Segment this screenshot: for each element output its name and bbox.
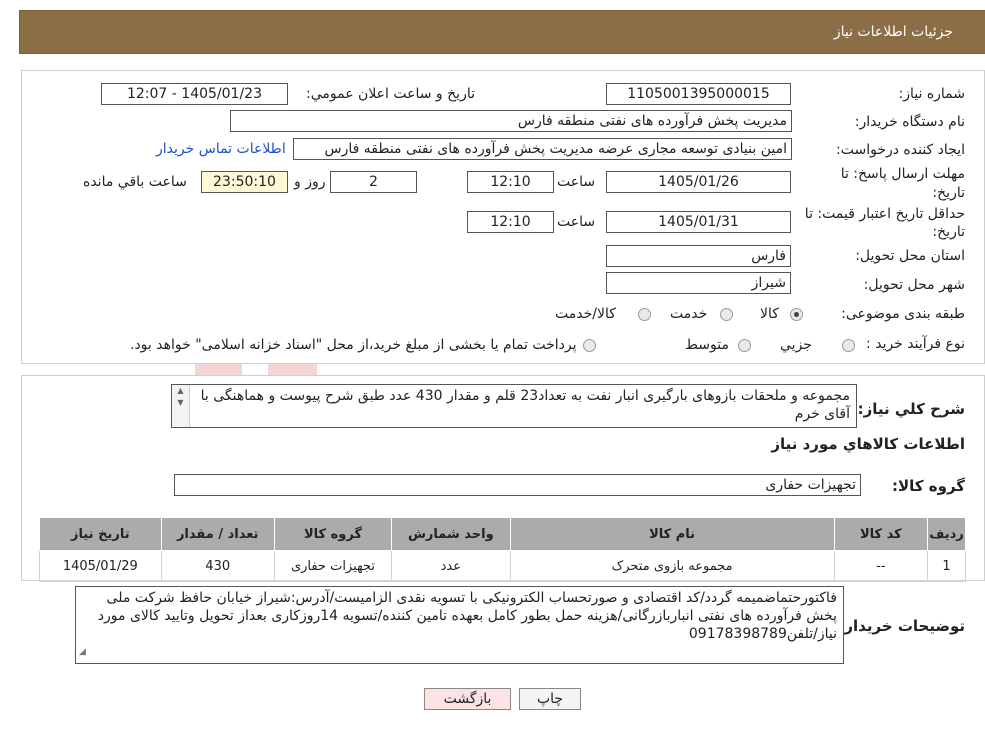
category-radio-service[interactable] [720,308,733,321]
deadline-label: مهلت ارسال پاسخ: تا [840,166,965,182]
days-label: روز و [294,174,326,190]
city-field: شیراز [606,272,791,294]
col-code: کد کالا [833,517,929,551]
category-radio-goods-service[interactable] [638,308,651,321]
resize-handle-icon[interactable]: ◢ [79,643,86,661]
remaining-label: ساعت باقي مانده [83,174,187,190]
col-date: تاریخ نیاز [39,517,162,551]
cell-quantity: 430 [160,550,275,582]
category-option-service: خدمت [670,306,708,322]
buyer-contact-link[interactable]: اطلاعات تماس خریدار [156,141,286,157]
table-row: 1 -- مجموعه بازوی متحرک عدد تجهیزات حفار… [39,550,966,582]
cell-row: 1 [927,550,966,582]
summary-label: شرح كلي نياز: [857,400,965,418]
deadline-time-field: 12:10 [467,171,554,193]
announce-date-field: 1405/01/23 - 12:07 [101,83,288,105]
print-button[interactable]: چاپ [519,688,581,710]
creator-label: ایجاد کننده درخواست: [836,142,965,158]
goods-table: ردیف کد کالا نام کالا واحد شمارش گروه کا… [39,517,966,582]
buyer-notes-textarea[interactable]: فاکتورحتماضمیمه گردد/کد اقتصادی و صورتحس… [75,586,844,664]
deadline-date-field: 1405/01/26 [606,171,791,193]
need-number-label: شماره نیاز: [898,86,966,102]
days-field: 2 [330,171,417,193]
process-label: نوع فرآیند خرید : [866,336,965,352]
col-group: گروه کالا [273,517,393,551]
goods-group-field: تجهیزات حفاری [174,474,861,496]
category-label: طبقه بندی موضوعی: [841,306,965,322]
process-radio-treasury[interactable] [583,339,596,352]
summary-scrollbar[interactable]: ▲ ▼ [172,385,190,427]
col-name: نام کالا [509,517,835,551]
creator-field: امین بنیادی توسعه مجاری عرضه مدیریت پخش … [293,138,792,160]
validity-time-label: ساعت [557,214,596,230]
announce-label: تاریخ و ساعت اعلان عمومي: [306,86,475,102]
buyer-org-label: نام دستگاه خریدار: [854,114,965,130]
validity-date-field: 1405/01/31 [606,211,791,233]
process-treasury-note: پرداخت تمام یا بخشی از مبلغ خرید،از محل … [130,337,577,353]
col-row: ردیف [927,517,966,551]
col-unit: واحد شمارش [391,517,511,551]
buyer-notes-text: فاکتورحتماضمیمه گردد/کد اقتصادی و صورتحس… [97,590,837,642]
cell-name: مجموعه بازوی متحرک [509,550,835,582]
validity-label-date: تاریخ: [932,224,965,240]
process-option-medium: متوسط [685,337,729,353]
goods-table-header: ردیف کد کالا نام کالا واحد شمارش گروه کا… [39,517,966,551]
col-quantity: تعداد / مقدار [160,517,275,551]
city-label: شهر محل تحویل: [863,277,965,293]
category-option-goods: کالا [760,306,779,322]
need-number-field: 1105001395000015 [606,83,791,105]
province-label: استان محل تحویل: [855,248,965,264]
process-option-minor: جزیي [780,337,812,353]
province-field: فارس [606,245,791,267]
deadline-label-date: تاریخ: [932,185,965,201]
buyer-org-field: مدیریت پخش فرآورده های نفتی منطقه فارس [230,110,792,132]
process-radio-minor[interactable] [842,339,855,352]
summary-textarea[interactable]: ▲ ▼ مجموعه و ملحقات بازوهای بارگیری انبار… [171,384,857,428]
remaining-time-field: 23:50:10 [201,171,288,193]
page-title: جزئیات اطلاعات نیاز [833,24,953,40]
summary-text: مجموعه و ملحقات بازوهای بارگیری انبار نف… [200,388,850,422]
process-radio-medium[interactable] [738,339,751,352]
page-header: جزئیات اطلاعات نیاز [19,10,985,54]
goods-info-title: اطلاعات كالاهاي مورد نياز [771,435,965,453]
validity-label: حداقل تاریخ اعتبار قیمت: تا [804,206,965,222]
goods-group-label: گروه کالا: [892,477,965,495]
category-radio-goods[interactable] [790,308,803,321]
deadline-time-label: ساعت [557,174,596,190]
buyer-notes-label: توضیحات خریدار: [838,617,965,635]
cell-unit: عدد [391,550,511,582]
back-button[interactable]: بازگشت [424,688,511,710]
validity-time-field: 12:10 [467,211,554,233]
category-option-goods-service: کالا/خدمت [555,306,616,322]
cell-group: تجهیزات حفاری [273,550,393,582]
cell-date: 1405/01/29 [39,550,162,582]
cell-code: -- [833,550,929,582]
